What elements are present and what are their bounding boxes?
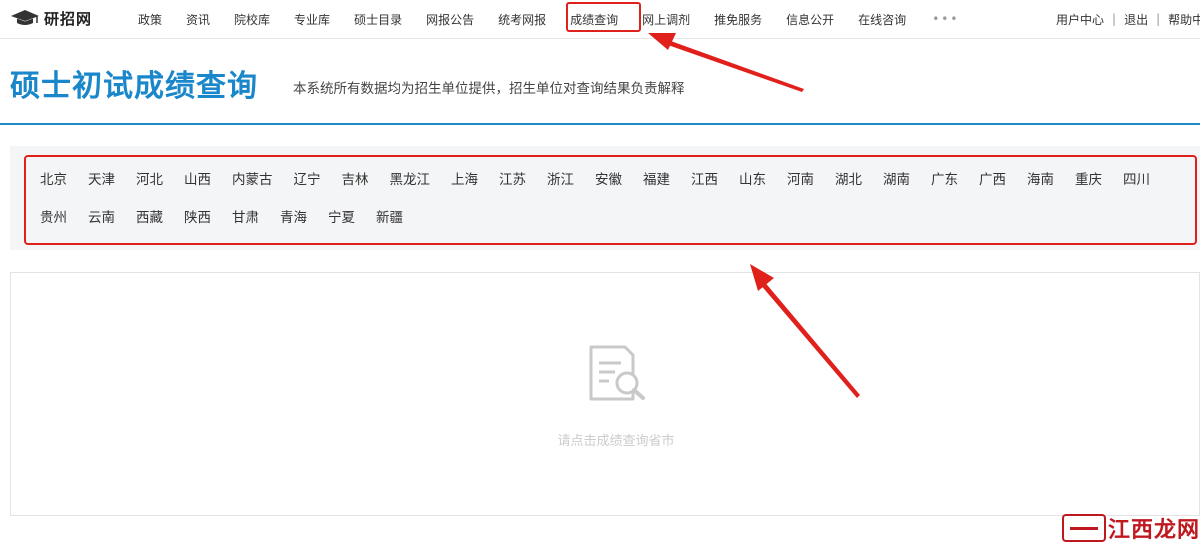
watermark-text: 江西龙网 <box>1108 517 1200 543</box>
document-search-icon <box>585 343 651 411</box>
separator: | <box>1156 12 1161 26</box>
nav-item-policy[interactable]: 政策 <box>138 11 162 28</box>
title-area: 硕士初试成绩查询 本系统所有数据均为招生单位提供，招生单位对查询结果负责解释 <box>0 39 1200 125</box>
nav-item-consult[interactable]: 在线咨询 <box>858 11 906 28</box>
nav-item-adjustment[interactable]: 网上调剂 <box>642 11 690 28</box>
separator: | <box>1112 12 1117 26</box>
graduation-cap-icon <box>10 9 40 27</box>
page-subtitle: 本系统所有数据均为招生单位提供，招生单位对查询结果负责解释 <box>293 81 685 97</box>
help-link[interactable]: 帮助中 <box>1168 11 1200 28</box>
nav-item-schools[interactable]: 院校库 <box>234 11 270 28</box>
nav-item-registration[interactable]: 统考网报 <box>498 11 546 28</box>
annotation-highlight-tab <box>566 2 641 32</box>
more-icon[interactable]: ••• <box>932 12 959 26</box>
main-nav: 政策 资讯 院校库 专业库 硕士目录 网报公告 统考网报 成绩查询 网上调剂 推… <box>138 0 959 38</box>
user-center-link[interactable]: 用户中心 <box>1056 11 1104 28</box>
nav-item-catalog[interactable]: 硕士目录 <box>354 11 402 28</box>
page-title: 硕士初试成绩查询 <box>10 69 258 104</box>
nav-item-recommendation[interactable]: 推免服务 <box>714 11 762 28</box>
logout-link[interactable]: 退出 <box>1124 11 1148 28</box>
nav-item-disclosure[interactable]: 信息公开 <box>786 11 834 28</box>
user-links: 用户中心 | 退出 | 帮助中 <box>1056 0 1200 38</box>
empty-hint-text: 请点击成绩查询省市 <box>557 434 675 449</box>
watermark: 江西龙网 <box>1062 512 1200 544</box>
logo-text: 研招网 <box>44 9 93 28</box>
nav-item-news[interactable]: 资讯 <box>186 11 210 28</box>
nav-item-majors[interactable]: 专业库 <box>294 11 330 28</box>
annotation-highlight-provinces <box>24 155 1197 245</box>
nav-item-announcements[interactable]: 网报公告 <box>426 11 474 28</box>
site-logo[interactable]: 研招网 <box>10 7 92 29</box>
watermark-logo-icon <box>1062 514 1106 542</box>
